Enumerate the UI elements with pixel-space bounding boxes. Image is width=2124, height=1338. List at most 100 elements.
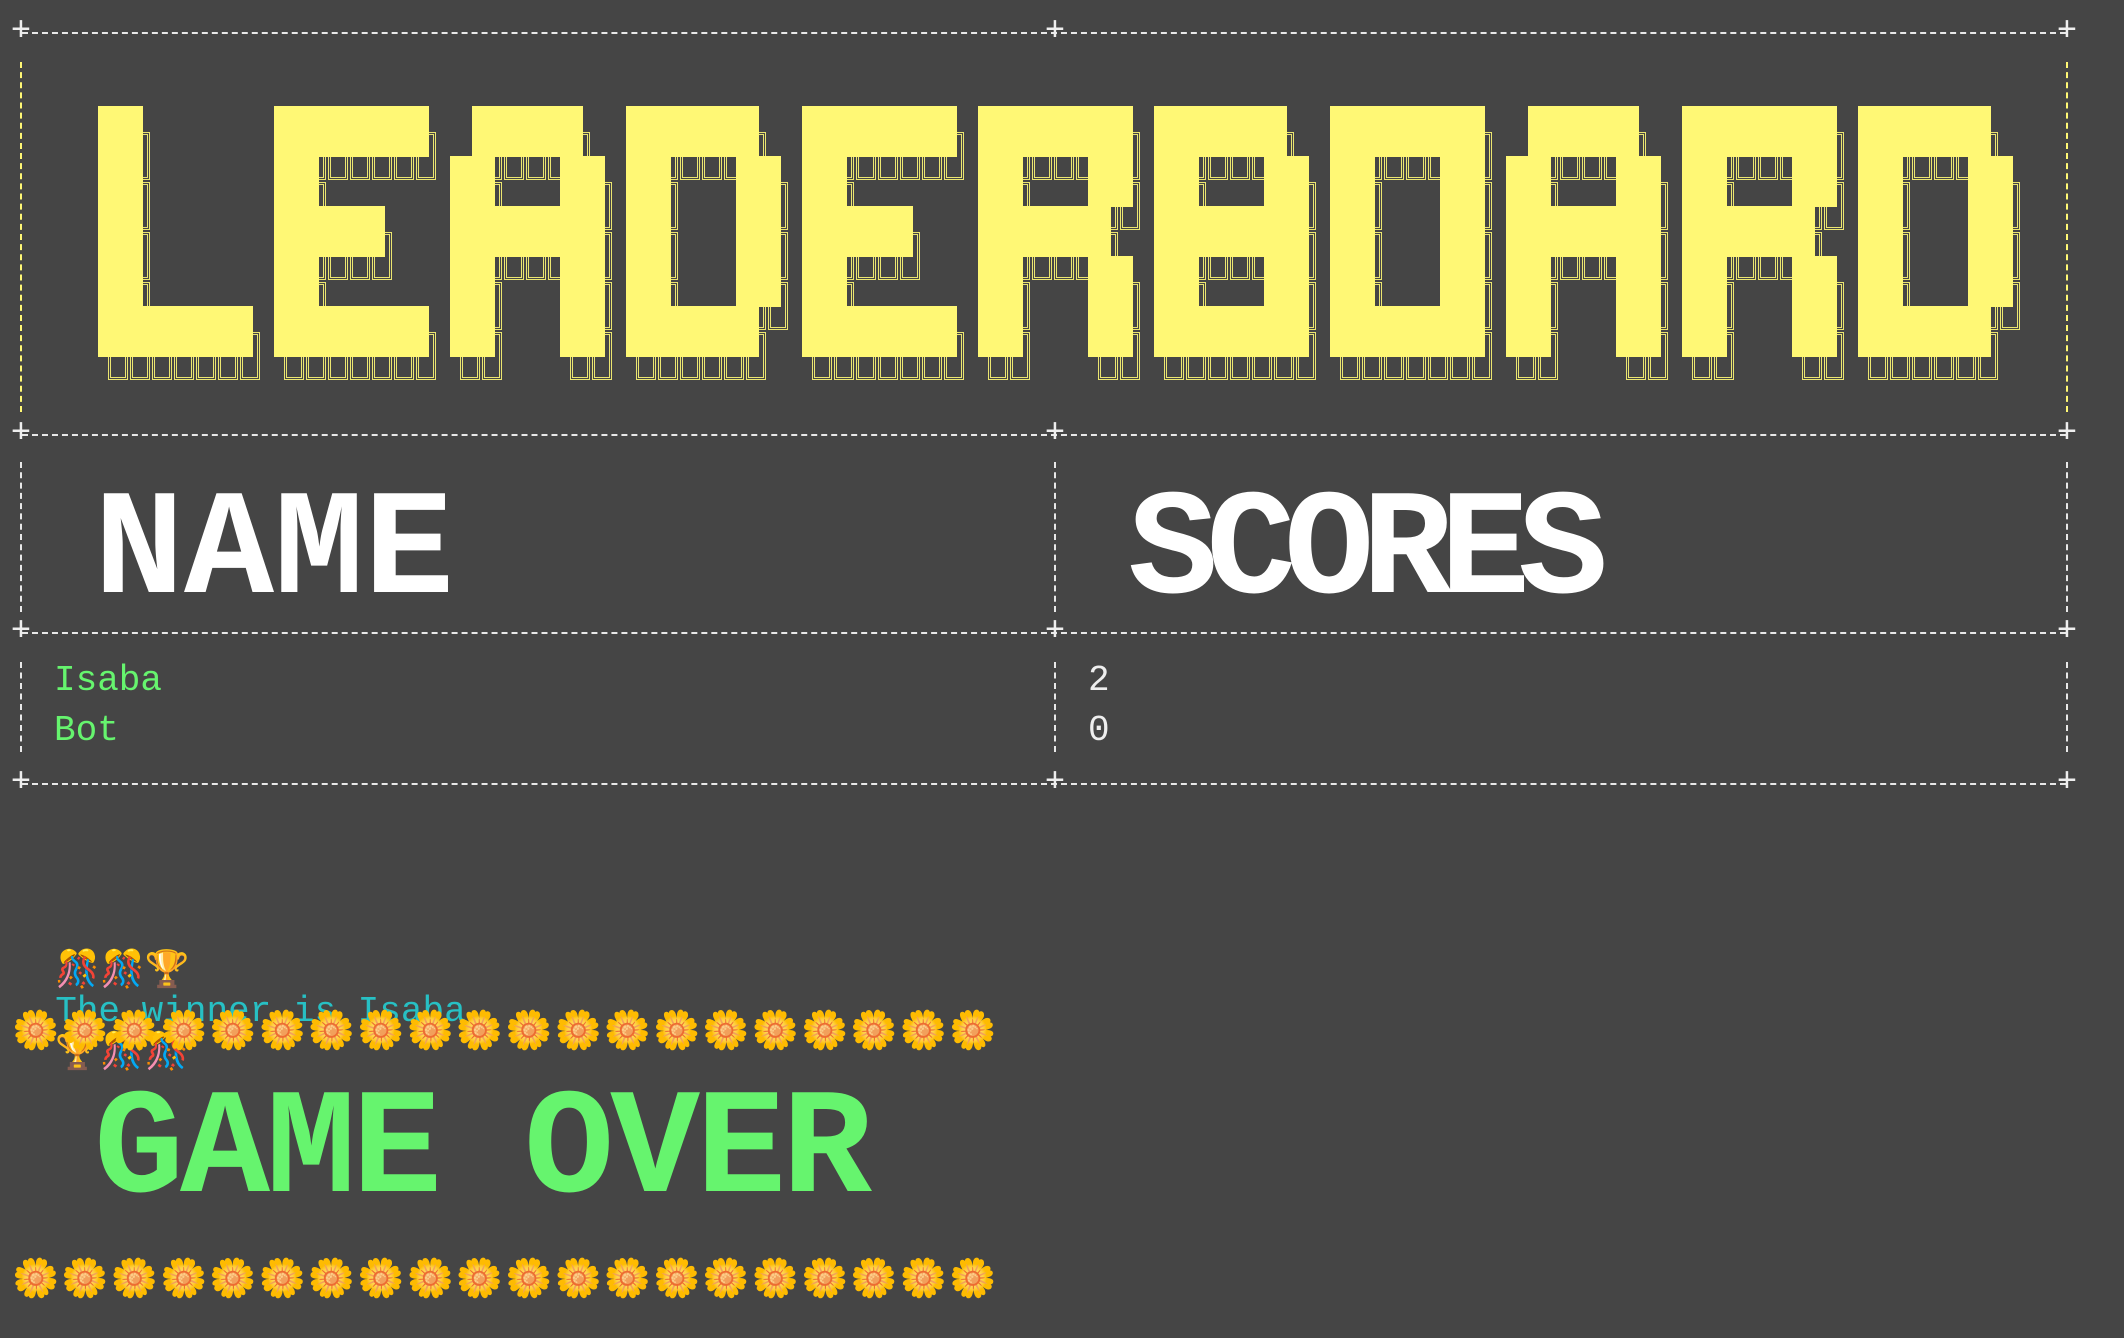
art-cell xyxy=(824,256,847,307)
art-cell xyxy=(1286,306,1309,357)
art-cell xyxy=(1330,206,1353,257)
art-cell xyxy=(1506,256,1529,307)
art-cell xyxy=(560,206,583,257)
art-cell xyxy=(1418,106,1441,157)
art-cell xyxy=(582,256,605,307)
body-border-mid xyxy=(1054,662,1056,752)
art-cell xyxy=(1286,206,1309,257)
art-cell xyxy=(1528,106,1551,157)
art-cell xyxy=(1748,206,1771,257)
art-cell xyxy=(1330,256,1353,307)
art-cell xyxy=(934,306,957,357)
art-cell xyxy=(824,106,847,157)
art-cell xyxy=(1880,206,1903,257)
art-cell xyxy=(1418,306,1441,357)
art-cell xyxy=(1462,306,1485,357)
art-cell xyxy=(98,106,121,157)
art-cell xyxy=(912,306,935,357)
art-cell xyxy=(494,206,517,257)
art-cell xyxy=(890,306,913,357)
art-cell xyxy=(1792,306,1815,357)
art-cell xyxy=(1704,106,1727,157)
art-cell xyxy=(560,156,583,207)
art-cell xyxy=(626,306,649,357)
art-cell xyxy=(1352,306,1375,357)
art-cell xyxy=(560,306,583,357)
art-cell xyxy=(1682,106,1705,157)
art-cell xyxy=(450,306,473,357)
art-cell xyxy=(1528,206,1551,257)
column-header-name: NAME xyxy=(94,468,455,638)
art-cell xyxy=(142,306,165,357)
art-cell xyxy=(1396,106,1419,157)
art-cell xyxy=(208,306,231,357)
art-cell xyxy=(1572,106,1595,157)
art-cell xyxy=(472,106,495,157)
body-border-right xyxy=(2066,662,2068,752)
art-cell xyxy=(1000,306,1023,357)
art-cell xyxy=(274,156,297,207)
art-cell xyxy=(1792,256,1815,307)
art-cell xyxy=(1858,206,1881,257)
player-score-2: 0 xyxy=(1088,710,1110,751)
art-cell xyxy=(1814,306,1837,357)
art-cell xyxy=(1000,156,1023,207)
art-cell xyxy=(538,206,561,257)
art-cell xyxy=(1462,106,1485,157)
art-cell xyxy=(1352,206,1375,257)
art-cell xyxy=(1682,306,1705,357)
art-cell xyxy=(120,206,143,257)
art-cell xyxy=(1176,156,1199,207)
art-cell xyxy=(1154,256,1177,307)
art-cell xyxy=(1990,256,2013,307)
header-border-right xyxy=(2066,462,2068,612)
celebration-icons-left: 🎊🎊🏆 xyxy=(55,949,190,990)
art-cell xyxy=(1880,106,1903,157)
art-cell xyxy=(1088,256,1111,307)
art-cell xyxy=(1792,106,1815,157)
art-cell xyxy=(1682,256,1705,307)
art-cell xyxy=(1638,206,1661,257)
art-cell xyxy=(362,106,385,157)
art-cell xyxy=(1088,106,1111,157)
art-cell xyxy=(1682,156,1705,207)
art-cell xyxy=(406,106,429,157)
border-corner: + xyxy=(10,415,32,453)
art-cell xyxy=(736,106,759,157)
border-corner: + xyxy=(1044,613,1066,651)
art-cell xyxy=(1264,306,1287,357)
art-cell xyxy=(1946,306,1969,357)
art-cell xyxy=(1022,106,1045,157)
art-cell xyxy=(1088,306,1111,357)
art-cell xyxy=(274,206,297,257)
art-cell xyxy=(340,106,363,157)
art-cell xyxy=(98,306,121,357)
border-corner: + xyxy=(2056,764,2078,802)
art-cell xyxy=(1044,106,1067,157)
art-cell xyxy=(1506,306,1529,357)
art-cell xyxy=(824,206,847,257)
art-cell xyxy=(1528,156,1551,207)
art-cell xyxy=(98,156,121,207)
art-cell xyxy=(1990,206,2013,257)
art-cell xyxy=(1220,206,1243,257)
art-cell xyxy=(1154,106,1177,157)
art-cell xyxy=(1616,206,1639,257)
player-score-1: 2 xyxy=(1088,660,1110,701)
art-cell xyxy=(1352,106,1375,157)
art-cell xyxy=(648,106,671,157)
art-cell xyxy=(626,106,649,157)
art-cell xyxy=(1814,256,1837,307)
art-cell xyxy=(120,306,143,357)
art-cell xyxy=(296,306,319,357)
art-cell xyxy=(274,106,297,157)
art-cell xyxy=(1704,256,1727,307)
art-cell xyxy=(978,306,1001,357)
art-cell xyxy=(296,106,319,157)
title-border-left xyxy=(20,62,22,412)
art-cell xyxy=(1968,256,1991,307)
art-cell xyxy=(1858,256,1881,307)
art-cell xyxy=(1044,206,1067,257)
art-cell xyxy=(1924,106,1947,157)
art-cell xyxy=(472,256,495,307)
